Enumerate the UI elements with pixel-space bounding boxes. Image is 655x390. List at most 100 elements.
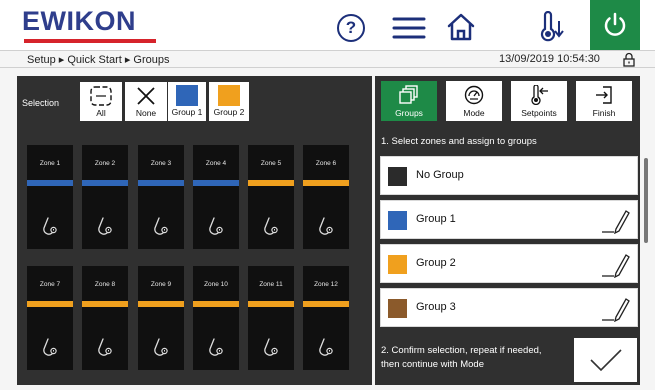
checkmark-icon [589, 349, 622, 372]
zone-group-color-bar [27, 180, 73, 186]
tab-finish[interactable]: Finish [576, 81, 632, 121]
select-group2-label: Group 2 [213, 107, 245, 117]
finish-icon [596, 86, 612, 104]
select-all-button[interactable]: All [80, 82, 122, 121]
wizard-panel: Groups Mode Setpoints Finish 1. Select z… [375, 76, 648, 385]
nozzle-icon [209, 338, 223, 356]
group-name: Group 2 [416, 257, 456, 269]
nozzle-icon [98, 338, 112, 356]
nozzle-icon [319, 217, 333, 235]
zone-group-color-bar [138, 180, 184, 186]
zone-group-color-bar [248, 180, 294, 186]
zone-label: Zone 9 [150, 281, 172, 288]
group-name: No Group [416, 169, 464, 181]
group-row-group3[interactable]: Group 3 [380, 288, 638, 327]
select-all-icon [90, 86, 112, 106]
confirm-button[interactable] [574, 338, 637, 382]
zone-tile[interactable]: Zone 12 [303, 266, 349, 370]
nozzle-icon [154, 217, 168, 235]
nozzle-icon [154, 338, 168, 356]
step1-instruction: 1. Select zones and assign to groups [381, 136, 537, 147]
zone-tile[interactable]: Zone 2 [82, 145, 128, 249]
edit-pencil-icon[interactable] [600, 294, 630, 322]
zone-group-color-bar [248, 301, 294, 307]
step2-instruction: 2. Confirm selection, repeat if needed, … [381, 345, 542, 370]
power-button[interactable] [590, 0, 640, 50]
zone-tile[interactable]: Zone 10 [193, 266, 239, 370]
zone-label: Zone 6 [315, 160, 337, 167]
zone-tile[interactable]: Zone 3 [138, 145, 184, 249]
zone-group-color-bar [82, 180, 128, 186]
edit-pencil-icon[interactable] [600, 206, 630, 234]
nozzle-icon [43, 338, 57, 356]
nozzle-icon [209, 217, 223, 235]
zone-tile[interactable]: Zone 5 [248, 145, 294, 249]
app-window: EWIKON ? Setup ▸ Quick Start ▸ Groups 13… [0, 0, 655, 390]
breadcrumb[interactable]: Setup ▸ Quick Start ▸ Groups [27, 53, 170, 66]
zone-group-color-bar [27, 301, 73, 307]
edit-pencil-icon[interactable] [600, 250, 630, 278]
nozzle-icon [43, 217, 57, 235]
select-all-label: All [96, 108, 106, 118]
group-list-scrollbar[interactable] [644, 158, 648, 243]
group-row-group1[interactable]: Group 1 [380, 200, 638, 239]
select-none-button[interactable]: None [125, 82, 167, 121]
group-row-group2[interactable]: Group 2 [380, 244, 638, 283]
lock-icon[interactable] [623, 52, 635, 67]
zone-group-color-bar [193, 301, 239, 307]
power-icon [604, 12, 626, 36]
group-name: Group 1 [416, 213, 456, 225]
group-list[interactable]: No Group Group 1 Group 2 Group 3 [380, 156, 638, 328]
tab-setpoints[interactable]: Setpoints [511, 81, 567, 121]
datetime: 13/09/2019 10:54:30 [499, 53, 600, 65]
groups-icon [399, 85, 418, 104]
group2-swatch [388, 255, 407, 274]
select-group1-button[interactable]: Group 1 [168, 82, 206, 121]
nozzle-icon [319, 338, 333, 356]
zone-tile[interactable]: Zone 8 [82, 266, 128, 370]
selection-label: Selection [22, 98, 60, 108]
zone-label: Zone 7 [39, 281, 61, 288]
zone-label: Zone 11 [259, 281, 283, 288]
group1-swatch [388, 211, 407, 230]
zone-tile[interactable]: Zone 7 [27, 266, 73, 370]
logo-underline [24, 39, 156, 43]
zone-label: Zone 10 [204, 281, 228, 288]
zone-label: Zone 1 [39, 160, 61, 167]
zone-selection-panel: Selection All None Group 1 Group 2 Zone … [17, 76, 372, 385]
select-group1-label: Group 1 [171, 107, 203, 117]
tab-setpoints-label: Setpoints [521, 108, 557, 118]
zone-label: Zone 3 [150, 160, 172, 167]
select-none-label: None [135, 108, 157, 118]
nozzle-icon [98, 217, 112, 235]
status-bar: Setup ▸ Quick Start ▸ Groups 13/09/2019 … [0, 50, 655, 68]
temperature-icon[interactable] [536, 10, 566, 44]
help-icon[interactable]: ? [337, 14, 365, 42]
setpoints-icon [531, 85, 548, 105]
zone-label: Zone 4 [205, 160, 227, 167]
zone-label: Zone 2 [94, 160, 116, 167]
zone-group-color-bar [138, 301, 184, 307]
group3-swatch [388, 299, 407, 318]
zone-tile[interactable]: Zone 9 [138, 266, 184, 370]
menu-icon[interactable] [392, 14, 426, 42]
home-icon[interactable] [444, 10, 478, 44]
group2-swatch [218, 85, 240, 106]
no-group-swatch [388, 167, 407, 186]
zone-tile[interactable]: Zone 1 [27, 145, 73, 249]
zone-label: Zone 12 [314, 281, 338, 288]
logo: EWIKON [22, 6, 136, 36]
group-name: Group 3 [416, 301, 456, 313]
tab-groups-label: Groups [395, 108, 423, 118]
help-glyph: ? [345, 18, 357, 37]
zone-tile[interactable]: Zone 4 [193, 145, 239, 249]
zone-label: Zone 5 [260, 160, 282, 167]
nozzle-icon [264, 217, 278, 235]
tab-mode[interactable]: Mode [446, 81, 502, 121]
zone-tile[interactable]: Zone 6 [303, 145, 349, 249]
group-row-no-group[interactable]: No Group [380, 156, 638, 195]
select-group2-button[interactable]: Group 2 [209, 82, 249, 121]
zone-tile[interactable]: Zone 11 [248, 266, 294, 370]
zone-group-color-bar [82, 301, 128, 307]
tab-groups[interactable]: Groups [381, 81, 437, 121]
